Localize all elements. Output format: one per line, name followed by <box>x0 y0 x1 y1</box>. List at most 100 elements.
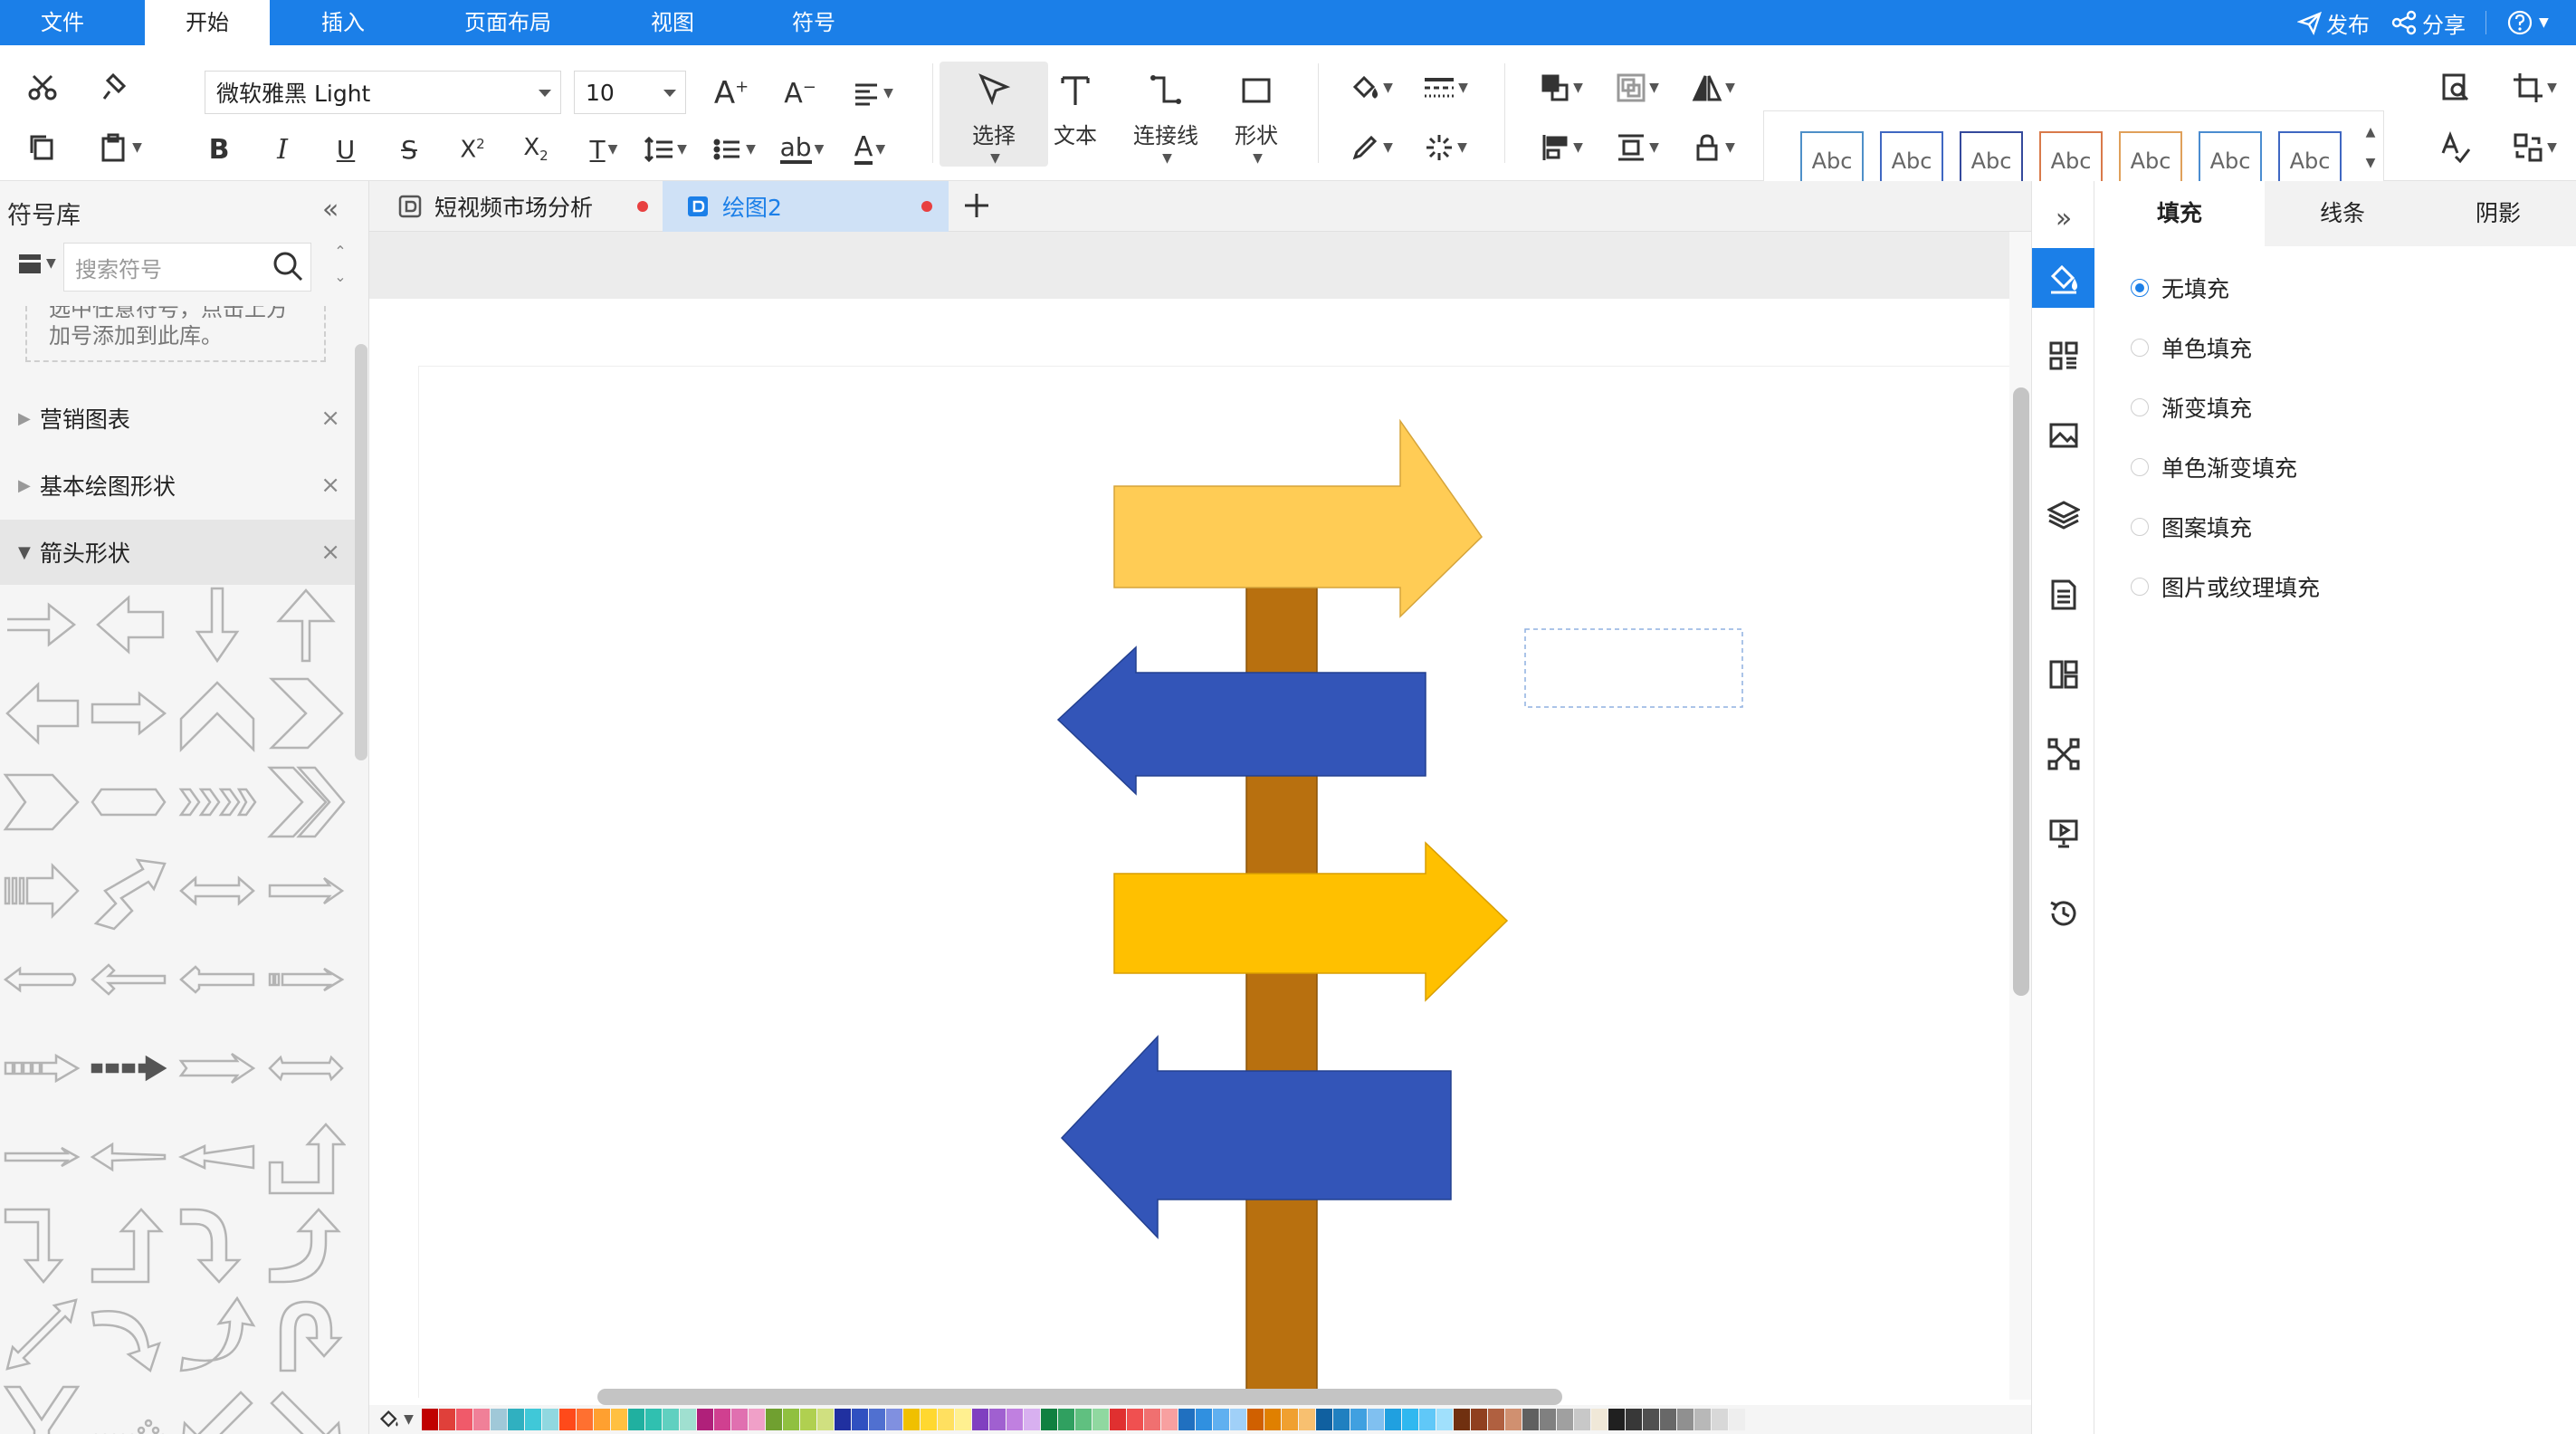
line-color-button[interactable]: ▼ <box>1340 123 1403 172</box>
color-swatch[interactable] <box>1694 1409 1711 1430</box>
font-size-select[interactable]: 10 <box>574 71 686 114</box>
curved-down-arrow-shape[interactable] <box>177 1206 257 1286</box>
shape-tool-button[interactable]: 形状 ▼ <box>1202 62 1311 166</box>
pentagon-arrow-shape[interactable] <box>2 762 81 842</box>
color-swatch[interactable] <box>852 1409 868 1430</box>
menu-tab-view[interactable]: 视图 <box>615 0 730 45</box>
format-painter-button[interactable] <box>91 63 139 112</box>
paste-button[interactable]: ▼ <box>87 123 152 172</box>
grid-panel-button[interactable] <box>2039 331 2088 380</box>
left-arrow-shape[interactable] <box>89 585 168 664</box>
s-arrow-shape[interactable] <box>89 851 168 931</box>
italic-button[interactable]: I <box>259 125 306 174</box>
align-button[interactable]: ▼ <box>1530 123 1593 172</box>
color-swatch[interactable] <box>1092 1409 1109 1430</box>
color-swatch[interactable] <box>714 1409 730 1430</box>
color-swatch[interactable] <box>1454 1409 1470 1430</box>
arc-down-arrow-shape[interactable] <box>89 1295 168 1374</box>
color-swatch[interactable] <box>749 1409 765 1430</box>
color-swatch[interactable] <box>1127 1409 1143 1430</box>
color-swatch[interactable] <box>697 1409 713 1430</box>
right-arrow-shape[interactable] <box>2 585 81 664</box>
striped-arrow-shape[interactable] <box>2 851 81 931</box>
radio-button[interactable] <box>2131 279 2149 297</box>
tab-line[interactable]: 线条 <box>2265 181 2420 246</box>
color-swatch[interactable] <box>1385 1409 1401 1430</box>
bring-front-button[interactable]: ▼ <box>1530 63 1593 112</box>
radio-button[interactable] <box>2131 518 2149 536</box>
category-basic-shapes[interactable]: ▶ 基本绘图形状 × <box>0 453 355 518</box>
color-swatch[interactable] <box>594 1409 610 1430</box>
diagonal-left-arrow-shape[interactable] <box>177 1383 257 1434</box>
close-category-icon[interactable]: × <box>320 539 340 566</box>
distribute-button[interactable]: ▼ <box>1606 123 1669 172</box>
document-tab[interactable]: 短视频市场分析 <box>382 181 654 232</box>
text-case-button[interactable]: T ▼ <box>576 125 632 174</box>
left-rounded-arrow-shape[interactable] <box>2 940 81 1019</box>
line-style-button[interactable]: ▼ <box>1414 63 1477 112</box>
multi-chevron-shape[interactable] <box>177 762 257 842</box>
color-swatch[interactable] <box>1230 1409 1246 1430</box>
color-swatch[interactable] <box>903 1409 920 1430</box>
empty-text-box[interactable] <box>1524 628 1743 708</box>
tab-shadow[interactable]: 阴影 <box>2420 181 2576 246</box>
arc-up-arrow-shape[interactable] <box>177 1295 257 1374</box>
layout-panel-button[interactable] <box>2039 650 2088 699</box>
bold-button[interactable]: B <box>196 125 243 174</box>
color-swatch[interactable] <box>663 1409 679 1430</box>
color-swatch[interactable] <box>422 1409 438 1430</box>
color-swatch[interactable] <box>1643 1409 1659 1430</box>
box-train-arrow-shape[interactable] <box>2 1028 81 1108</box>
fill-panel-button[interactable] <box>2032 248 2095 308</box>
color-swatch[interactable] <box>1282 1409 1298 1430</box>
curved-up-arrow-shape[interactable] <box>266 1206 346 1286</box>
menu-tab-home[interactable]: 开始 <box>145 0 270 45</box>
color-swatch[interactable] <box>1144 1409 1160 1430</box>
fill-option-picture[interactable]: 图片或纹理填充 <box>2131 570 2320 603</box>
help-button[interactable]: ▼ <box>2506 9 2549 36</box>
cut-button[interactable] <box>18 63 67 112</box>
superscript-button[interactable]: X2 <box>449 125 496 174</box>
color-swatch[interactable] <box>1333 1409 1350 1430</box>
color-swatch[interactable] <box>1505 1409 1522 1430</box>
dotted-right-arrow-shape[interactable] <box>266 940 346 1019</box>
diagonal-double-arrow-shape[interactable] <box>2 1295 81 1374</box>
hexagon-arrow-shape[interactable] <box>89 762 168 842</box>
menu-tab-page-layout[interactable]: 页面布局 <box>425 0 590 45</box>
color-swatch[interactable] <box>1626 1409 1642 1430</box>
menu-tab-insert[interactable]: 插入 <box>281 0 405 45</box>
color-swatch[interactable] <box>1471 1409 1487 1430</box>
fill-option-none[interactable]: 无填充 <box>2131 272 2229 304</box>
palette-fill-button[interactable]: ▼ <box>369 1408 422 1431</box>
up-chevron-shape[interactable] <box>177 674 257 753</box>
new-tab-button[interactable] <box>958 186 996 225</box>
double-chevron-shape[interactable] <box>266 762 346 842</box>
color-swatch[interactable] <box>1368 1409 1384 1430</box>
color-swatch[interactable] <box>869 1409 885 1430</box>
highlight-button[interactable]: ab ▼ <box>769 125 835 174</box>
document-tab-active[interactable]: 绘图2 <box>663 181 949 232</box>
color-swatch[interactable] <box>559 1409 576 1430</box>
color-swatch[interactable] <box>1574 1409 1590 1430</box>
group-button[interactable]: ▼ <box>1606 63 1669 112</box>
line-spacing-button[interactable]: ▼ <box>635 125 695 174</box>
fill-option-single-gradient[interactable]: 单色渐变填充 <box>2131 451 2297 483</box>
color-swatch[interactable] <box>1007 1409 1023 1430</box>
double-head-arrow-shape[interactable] <box>266 1028 346 1108</box>
text-align-button[interactable]: ▼ <box>840 69 905 118</box>
menu-tab-symbol[interactable]: 符号 <box>757 0 871 45</box>
color-swatch[interactable] <box>972 1409 988 1430</box>
color-swatch[interactable] <box>439 1409 455 1430</box>
v-arrow-shape[interactable] <box>2 1383 81 1434</box>
close-category-icon[interactable]: × <box>320 472 340 499</box>
fill-option-gradient[interactable]: 渐变填充 <box>2131 391 2252 424</box>
copy-button[interactable] <box>18 123 67 172</box>
effects-button[interactable]: ▼ <box>1414 123 1477 172</box>
horizontal-scrollbar[interactable] <box>597 1389 1562 1405</box>
color-swatch[interactable] <box>1299 1409 1315 1430</box>
color-swatch[interactable] <box>1213 1409 1229 1430</box>
color-swatch[interactable] <box>766 1409 782 1430</box>
u-turn-up-arrow-shape[interactable] <box>266 1117 346 1197</box>
connect-panel-button[interactable] <box>2039 730 2088 779</box>
tapered-left-arrow-shape[interactable] <box>89 1117 168 1197</box>
